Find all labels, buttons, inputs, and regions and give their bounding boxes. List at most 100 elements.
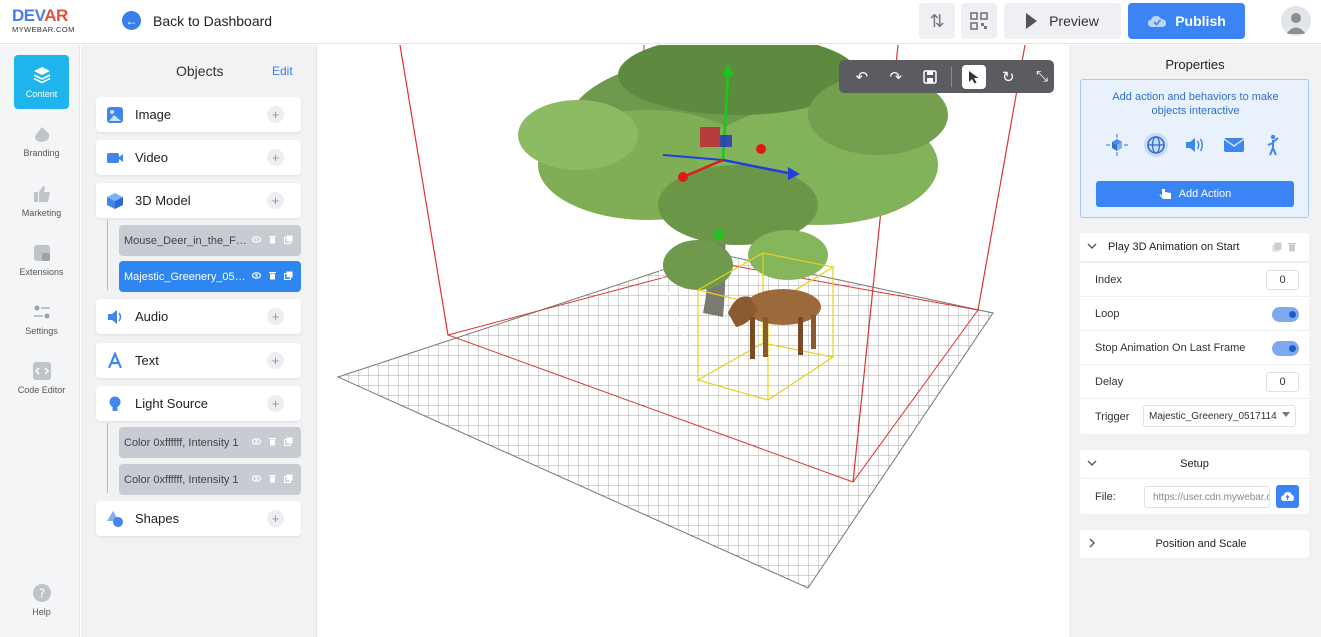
- add-image-button[interactable]: +: [267, 106, 284, 123]
- add-text-button[interactable]: +: [267, 352, 284, 369]
- image-icon: [106, 106, 124, 124]
- hand-pointer-icon: [1159, 189, 1171, 199]
- object-category-light-source[interactable]: Light Source +: [96, 386, 301, 421]
- loop-toggle[interactable]: [1272, 307, 1299, 322]
- speaker-icon: [106, 308, 124, 326]
- shapes-icon: [106, 510, 124, 528]
- file-url-input[interactable]: https://user.cdn.mywebar.com: [1144, 486, 1270, 508]
- add-action-label: Add Action: [1178, 188, 1232, 200]
- preview-button[interactable]: Preview: [1004, 3, 1121, 39]
- sliders-icon: [33, 305, 50, 319]
- objects-edit-link[interactable]: Edit: [272, 64, 293, 78]
- duplicate-icon[interactable]: [284, 474, 293, 483]
- email-icon[interactable]: [1222, 133, 1246, 157]
- cube-icon: [106, 192, 124, 210]
- category-label: Audio: [135, 309, 169, 324]
- logo[interactable]: DEVAR MYWEBAR.COM: [12, 7, 75, 35]
- light-item[interactable]: Color 0xffffff, Intensity 1: [119, 427, 301, 458]
- add-action-button[interactable]: Add Action: [1096, 181, 1294, 207]
- nav-settings[interactable]: Settings: [14, 292, 69, 346]
- cloud-check-icon: [1148, 16, 1167, 27]
- user-icon: [1286, 13, 1306, 34]
- model-item[interactable]: Mouse_Deer_in_the_F…: [119, 225, 301, 256]
- undo-icon[interactable]: ↶: [850, 65, 874, 89]
- publish-button[interactable]: Publish: [1128, 3, 1245, 39]
- add-video-button[interactable]: +: [267, 149, 284, 166]
- svg-text:?: ?: [38, 587, 44, 601]
- play-icon: [1026, 13, 1038, 29]
- trash-icon[interactable]: [268, 235, 277, 244]
- back-label: Back to Dashboard: [153, 12, 273, 29]
- model-item-selected[interactable]: Majestic_Greenery_05…: [119, 261, 301, 292]
- setup-section-header[interactable]: Setup: [1080, 450, 1309, 478]
- cloud-upload-icon: [1281, 492, 1294, 501]
- qr-code-icon: [970, 12, 988, 30]
- object-category-shapes[interactable]: Shapes +: [96, 501, 301, 536]
- nav-label: Branding: [23, 148, 60, 158]
- back-to-dashboard-button[interactable]: ← Back to Dashboard: [122, 11, 272, 30]
- user-avatar[interactable]: [1281, 6, 1311, 36]
- copy-icon[interactable]: [1272, 242, 1282, 255]
- trash-icon[interactable]: [1287, 242, 1297, 255]
- index-input[interactable]: 0: [1266, 270, 1299, 290]
- object-category-3d-model[interactable]: 3D Model +: [96, 183, 301, 218]
- top-bar: DEVAR MYWEBAR.COM ← Back to Dashboard ⇅ …: [0, 0, 1321, 44]
- rotate-icon[interactable]: ↻: [996, 65, 1020, 89]
- duplicate-icon[interactable]: [284, 235, 293, 244]
- redo-icon[interactable]: ↷: [884, 65, 908, 89]
- gesture-icon[interactable]: [1261, 133, 1285, 157]
- scene-canvas[interactable]: [318, 45, 1068, 637]
- nav-extensions[interactable]: Extensions: [14, 233, 69, 287]
- nav-code-editor[interactable]: Code Editor: [14, 351, 69, 405]
- nav-branding[interactable]: Branding: [14, 114, 69, 168]
- animation-section-header[interactable]: Play 3D Animation on Start: [1080, 233, 1309, 261]
- qr-code-button[interactable]: [961, 3, 997, 39]
- model-label: Mouse_Deer_in_the_F…: [124, 234, 247, 247]
- tree-connector: [107, 220, 108, 290]
- scale-icon[interactable]: ⤡: [1030, 65, 1054, 89]
- add-audio-button[interactable]: +: [267, 308, 284, 325]
- trash-icon[interactable]: [268, 474, 277, 483]
- trigger-row: Trigger Majestic_Greenery_0517114: [1080, 398, 1309, 434]
- nav-label: Content: [25, 89, 58, 99]
- scene-viewport[interactable]: ↶ ↷ ↻ ⤡: [318, 45, 1068, 637]
- eye-icon[interactable]: [251, 271, 262, 280]
- add-light-button[interactable]: +: [267, 395, 284, 412]
- sort-arrows-button[interactable]: ⇅: [919, 3, 955, 39]
- globe-icon[interactable]: [1144, 133, 1168, 157]
- object-category-audio[interactable]: Audio +: [96, 299, 301, 334]
- add-shape-button[interactable]: +: [267, 510, 284, 527]
- object-category-image[interactable]: Image +: [96, 97, 301, 132]
- light-item[interactable]: Color 0xffffff, Intensity 1: [119, 464, 301, 495]
- nav-help[interactable]: ? Help: [14, 573, 69, 627]
- code-icon: [32, 362, 51, 380]
- category-label: Video: [135, 150, 169, 165]
- nav-content[interactable]: Content: [14, 55, 69, 109]
- select-cursor-icon[interactable]: [962, 64, 987, 89]
- move-object-icon[interactable]: [1105, 133, 1129, 157]
- trash-icon[interactable]: [268, 271, 277, 280]
- category-label: Shapes: [135, 511, 180, 526]
- trigger-select[interactable]: Majestic_Greenery_0517114: [1143, 405, 1296, 427]
- delay-input[interactable]: 0: [1266, 372, 1299, 392]
- object-category-video[interactable]: Video +: [96, 140, 301, 175]
- category-label: Text: [135, 353, 159, 368]
- speaker-icon[interactable]: [1183, 133, 1207, 157]
- animation-section-title: Play 3D Animation on Start: [1108, 241, 1240, 253]
- objects-panel: Objects Edit Image + Video + 3D Model + …: [81, 45, 317, 637]
- duplicate-icon[interactable]: [284, 437, 293, 446]
- duplicate-icon[interactable]: [284, 271, 293, 280]
- stop-animation-toggle[interactable]: [1272, 341, 1299, 356]
- eye-icon[interactable]: [251, 437, 262, 446]
- object-category-text[interactable]: Text +: [96, 343, 301, 378]
- position-scale-section-header[interactable]: Position and Scale: [1080, 530, 1309, 558]
- eye-icon[interactable]: [251, 474, 262, 483]
- nav-marketing[interactable]: Marketing: [14, 174, 69, 228]
- add-3d-model-button[interactable]: +: [267, 192, 284, 209]
- action-description: Add action and behaviors to make objects…: [1112, 91, 1279, 117]
- objects-title: Objects: [176, 63, 224, 79]
- eye-icon[interactable]: [251, 235, 262, 244]
- trash-icon[interactable]: [268, 437, 277, 446]
- save-icon[interactable]: [918, 65, 942, 89]
- upload-button[interactable]: [1276, 485, 1299, 508]
